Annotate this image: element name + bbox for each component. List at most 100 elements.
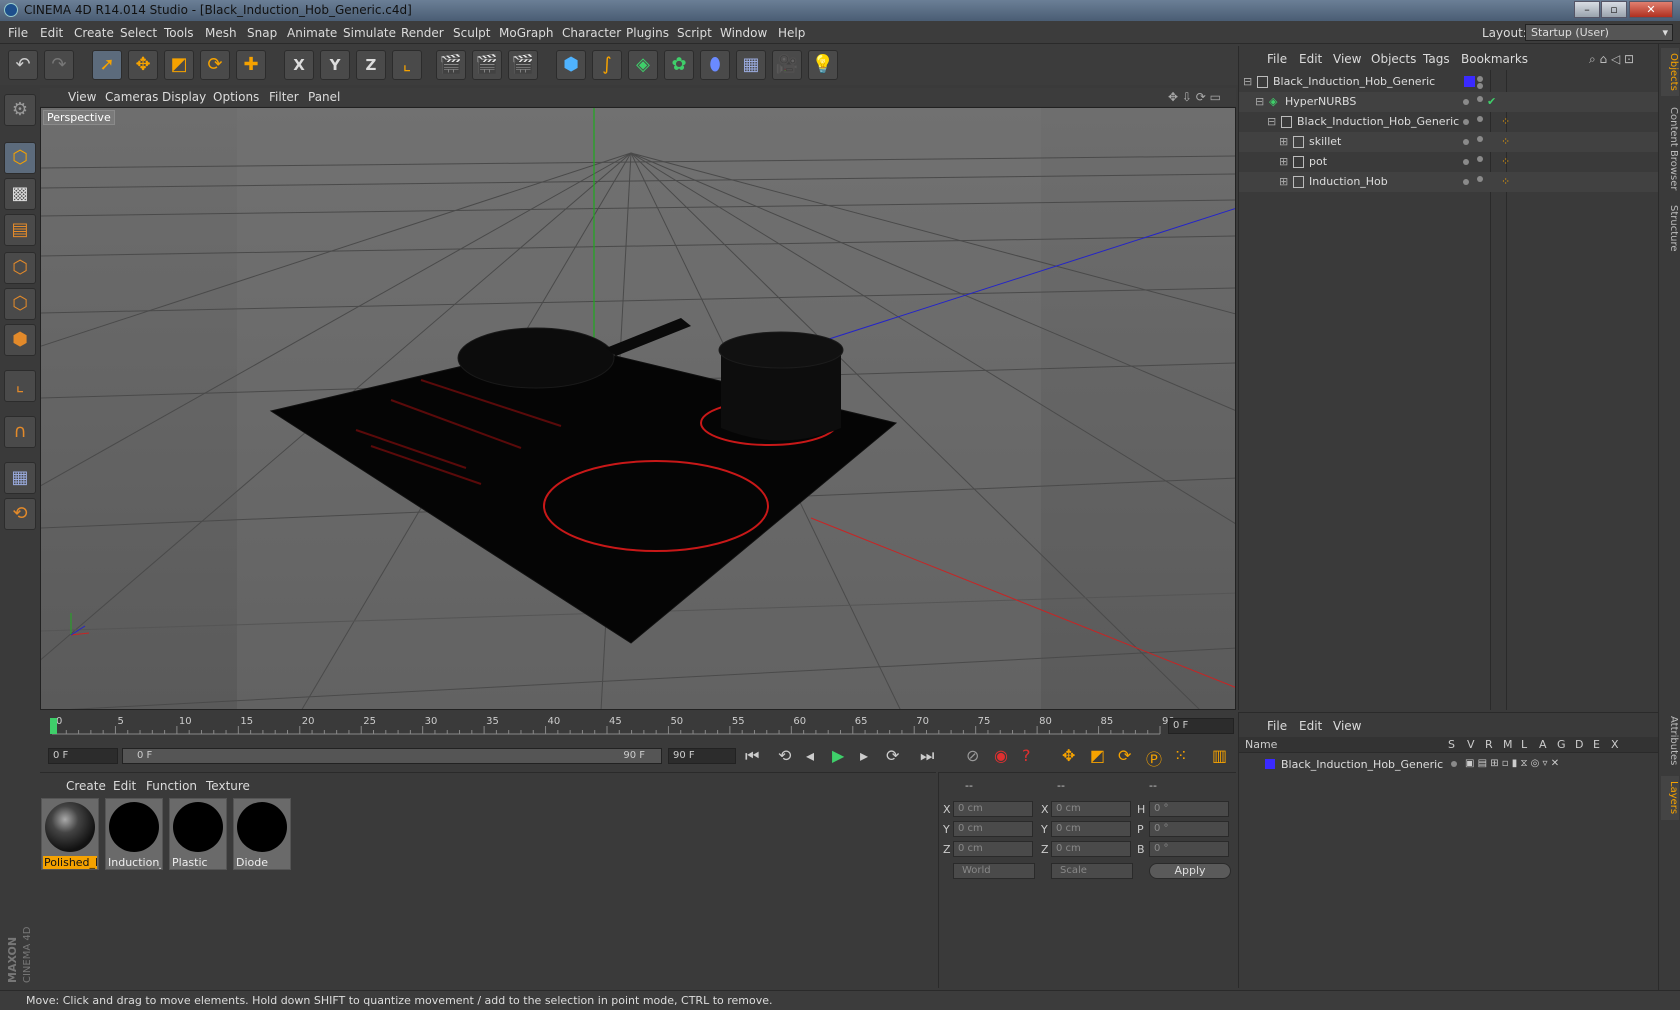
editor-visibility-dot[interactable]: [1463, 119, 1469, 125]
tree-item-pot[interactable]: ⊞ pot ⁘: [1239, 152, 1659, 172]
coordinate-system-button[interactable]: ⌞: [392, 50, 422, 80]
coordinate-space-dropdown[interactable]: World: [953, 863, 1035, 879]
objects-menu-edit[interactable]: Edit: [1299, 52, 1322, 66]
menu-render[interactable]: Render: [401, 26, 444, 40]
next-key-icon[interactable]: ⟳: [886, 746, 899, 765]
texture-mode-button[interactable]: ▩: [4, 178, 36, 210]
material-swatch-diode[interactable]: Diode: [233, 798, 291, 870]
viewport-menu-cameras[interactable]: Cameras: [105, 90, 158, 104]
timeline-window-icon[interactable]: ▥: [1212, 746, 1227, 765]
undo-button[interactable]: ↶: [8, 50, 38, 80]
menu-plugins[interactable]: Plugins: [626, 26, 669, 40]
start-frame-field[interactable]: 0 F: [48, 748, 118, 764]
render-settings-button[interactable]: 🎬: [508, 50, 538, 80]
objects-menu-file[interactable]: File: [1267, 52, 1287, 66]
material-menu-create[interactable]: Create: [66, 779, 106, 793]
texture-tags-icon[interactable]: ⁘: [1501, 155, 1510, 168]
editor-visibility-dot[interactable]: [1463, 159, 1469, 165]
render-picture-viewer-button[interactable]: 🎬: [472, 50, 502, 80]
viewport-menu-display[interactable]: Display: [162, 90, 206, 104]
play-icon[interactable]: ▶: [832, 746, 844, 765]
position-key-icon[interactable]: ✥: [1062, 746, 1075, 765]
tree-item-root[interactable]: ⊟ Black_Induction_Hob_Generic: [1239, 72, 1659, 92]
go-to-start-icon[interactable]: ⏮: [745, 746, 759, 766]
make-editable-button[interactable]: ⚙: [4, 94, 36, 126]
menu-character[interactable]: Character: [562, 26, 621, 40]
editor-visibility-dot[interactable]: [1463, 99, 1469, 105]
layer-flag-icons[interactable]: ▣ ▤ ⊞ ▫ ▮ ⧖ ◎ ▿ ✕: [1465, 758, 1559, 769]
render-visibility-dot[interactable]: [1477, 96, 1483, 102]
size-x-field[interactable]: 0 cm: [1051, 801, 1131, 817]
nurbs-button[interactable]: ◈: [628, 50, 658, 80]
enabled-check-icon[interactable]: ✔: [1487, 95, 1496, 108]
rotation-p-field[interactable]: 0 °: [1149, 821, 1229, 837]
layer-col-l[interactable]: L: [1521, 738, 1527, 751]
layer-col-x[interactable]: X: [1611, 738, 1619, 751]
tab-content-browser[interactable]: Content Browser: [1661, 104, 1679, 194]
collapse-icon[interactable]: ⊟: [1267, 115, 1276, 128]
go-to-end-icon[interactable]: ⏭: [920, 746, 934, 766]
expand-icon[interactable]: ⊞: [1279, 135, 1288, 148]
size-y-field[interactable]: 0 cm: [1051, 821, 1131, 837]
texture-tags-icon[interactable]: ⁘: [1501, 115, 1510, 128]
tree-item-skillet[interactable]: ⊞ skillet ⁘: [1239, 132, 1659, 152]
menu-edit[interactable]: Edit: [40, 26, 63, 40]
layers-menu-file[interactable]: File: [1267, 719, 1287, 733]
record-keys-icon[interactable]: ⊘: [966, 746, 979, 765]
layer-color-swatch[interactable]: [1464, 76, 1475, 87]
z-axis-lock-button[interactable]: Z: [356, 50, 386, 80]
layer-col-a[interactable]: A: [1539, 738, 1547, 751]
collapse-icon[interactable]: ⊟: [1255, 95, 1264, 108]
layer-col-g[interactable]: G: [1557, 738, 1566, 751]
maximize-button[interactable]: ▫: [1601, 1, 1627, 18]
tab-layers[interactable]: Layers: [1661, 776, 1679, 820]
objects-menu-objects[interactable]: Objects: [1371, 52, 1416, 66]
collapse-icon[interactable]: ⊟: [1243, 75, 1252, 88]
position-y-field[interactable]: 0 cm: [953, 821, 1033, 837]
timeline-ruler[interactable]: 051015202530354045505560657075808590 0 F: [40, 712, 1236, 742]
editor-visibility-dot[interactable]: [1463, 139, 1469, 145]
render-visibility-dot[interactable]: [1477, 176, 1483, 182]
model-mode-button[interactable]: ⬡: [4, 142, 36, 174]
render-view-button[interactable]: 🎬: [436, 50, 466, 80]
tab-objects[interactable]: Objects: [1661, 48, 1679, 96]
scale-key-icon[interactable]: ◩: [1090, 746, 1105, 765]
parameter-key-icon[interactable]: Ⓟ: [1146, 746, 1162, 770]
material-swatch-plastic[interactable]: Plastic: [169, 798, 227, 870]
render-visibility-dot[interactable]: [1477, 116, 1483, 122]
keyframe-selection-icon[interactable]: ?: [1022, 746, 1031, 765]
layer-col-d[interactable]: D: [1575, 738, 1583, 751]
floor-button[interactable]: ▦: [736, 50, 766, 80]
apply-button[interactable]: Apply: [1149, 863, 1231, 879]
tree-item-hypernurbs[interactable]: ⊟ ◈ HyperNURBS ✔: [1239, 92, 1659, 112]
menu-mograph[interactable]: MoGraph: [499, 26, 554, 40]
material-swatch-polished[interactable]: Polished_M: [41, 798, 99, 870]
light-button[interactable]: 💡: [808, 50, 838, 80]
rotation-h-field[interactable]: 0 °: [1149, 801, 1229, 817]
points-mode-button[interactable]: ⬡: [4, 252, 36, 284]
layer-solo-toggle[interactable]: [1451, 761, 1457, 767]
layer-col-r[interactable]: R: [1485, 738, 1493, 751]
editor-visibility-dot[interactable]: [1477, 76, 1483, 82]
menu-tools[interactable]: Tools: [164, 26, 194, 40]
workplane-mode-button[interactable]: ▤: [4, 214, 36, 246]
locked-workplane-button[interactable]: ⟲: [4, 498, 36, 530]
viewport-nav-icons[interactable]: ✥ ⇩ ⟳ ▭: [1168, 90, 1221, 104]
objects-menu-tags[interactable]: Tags: [1423, 52, 1450, 66]
frame-range-slider[interactable]: 0 F 90 F: [122, 748, 662, 764]
y-axis-lock-button[interactable]: Y: [320, 50, 350, 80]
recent-tool-button[interactable]: ✚: [236, 50, 266, 80]
array-button[interactable]: ✿: [664, 50, 694, 80]
axis-mode-button[interactable]: ⌞: [4, 370, 36, 402]
snapping-button[interactable]: ∩: [4, 416, 36, 448]
timeline-playhead[interactable]: [50, 718, 57, 734]
layers-menu-edit[interactable]: Edit: [1299, 719, 1322, 733]
menu-script[interactable]: Script: [677, 26, 712, 40]
layer-col-s[interactable]: S: [1448, 738, 1455, 751]
spline-button[interactable]: ∫: [592, 50, 622, 80]
previous-key-icon[interactable]: ⟲: [778, 746, 791, 765]
menu-animate[interactable]: Animate: [287, 26, 337, 40]
texture-tags-icon[interactable]: ⁘: [1501, 135, 1510, 148]
scale-tool-button[interactable]: ◩: [164, 50, 194, 80]
material-menu-function[interactable]: Function: [146, 779, 197, 793]
